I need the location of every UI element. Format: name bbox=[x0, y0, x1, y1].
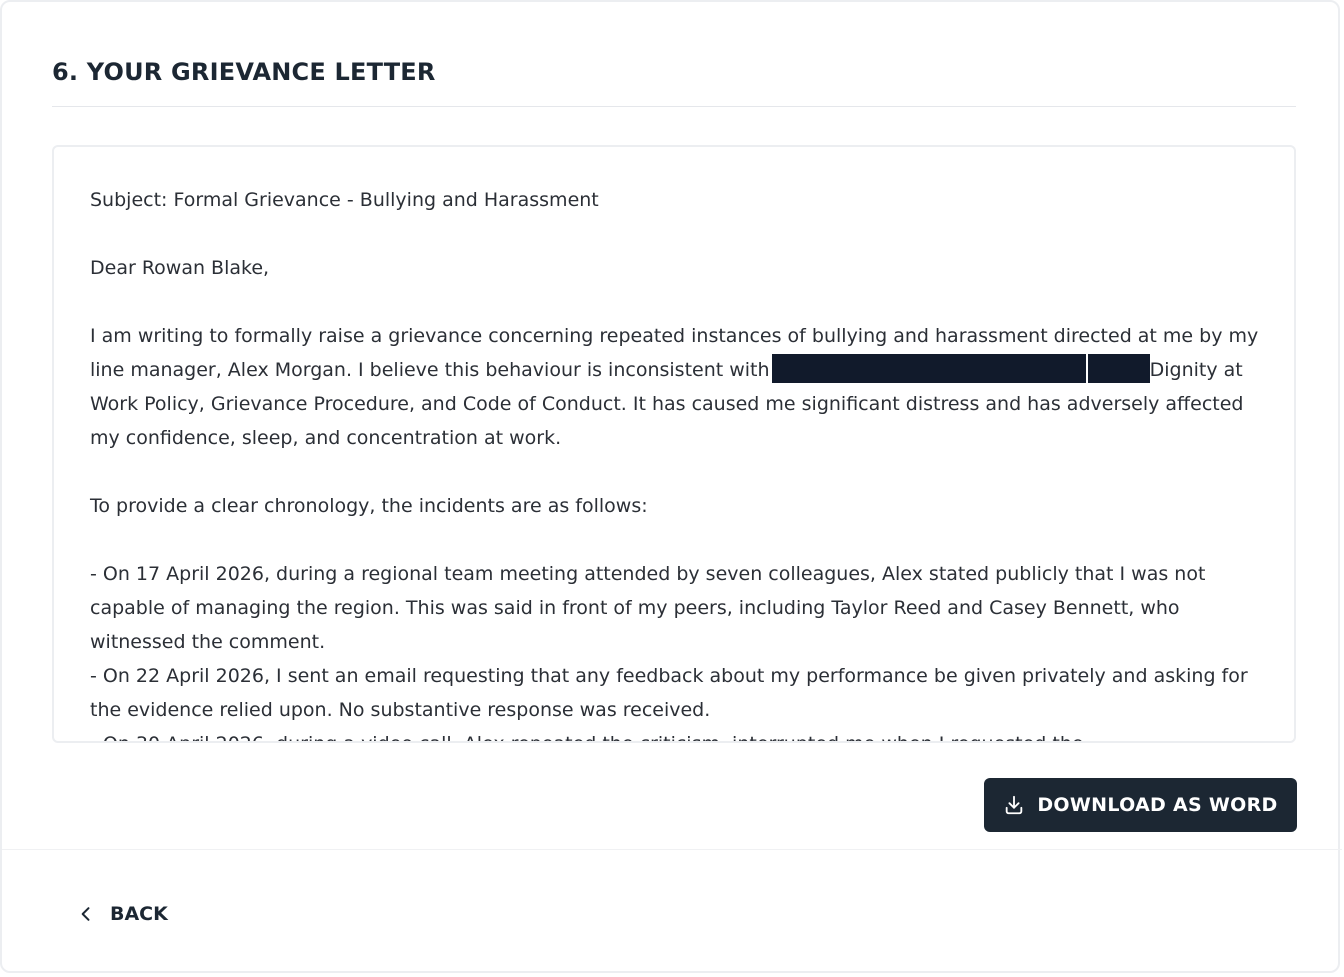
redaction-block bbox=[1087, 354, 1150, 383]
chevron-left-icon bbox=[76, 904, 96, 924]
letter-text: Subject: Formal Grievance - Bullying and… bbox=[90, 183, 1266, 741]
footer-divider bbox=[2, 849, 1342, 850]
letter-paragraph-intro: I am writing to formally raise a grievan… bbox=[90, 319, 1266, 455]
download-button-label: DOWNLOAD AS WORD bbox=[1037, 794, 1278, 816]
section-title: 6. YOUR GRIEVANCE LETTER bbox=[52, 58, 436, 86]
grievance-letter-card: 6. YOUR GRIEVANCE LETTER Subject: Formal… bbox=[0, 0, 1342, 973]
title-divider bbox=[52, 106, 1296, 107]
letter-preview[interactable]: Subject: Formal Grievance - Bullying and… bbox=[52, 145, 1296, 743]
letter-subject: Subject: Formal Grievance - Bullying and… bbox=[90, 189, 599, 211]
letter-salutation: Dear Rowan Blake, bbox=[90, 257, 270, 279]
download-as-word-button[interactable]: DOWNLOAD AS WORD bbox=[984, 778, 1297, 832]
download-icon bbox=[1003, 794, 1025, 816]
incident-item: - On 30 April 2026, during a video call,… bbox=[90, 727, 1266, 741]
back-button-label: BACK bbox=[110, 903, 168, 925]
letter-chronology-intro: To provide a clear chronology, the incid… bbox=[90, 495, 648, 517]
incident-item: - On 17 April 2026, during a regional te… bbox=[90, 563, 1206, 653]
redaction-block bbox=[771, 354, 1086, 383]
back-button[interactable]: BACK bbox=[76, 894, 168, 934]
incident-item: - On 22 April 2026, I sent an email requ… bbox=[90, 665, 1248, 721]
